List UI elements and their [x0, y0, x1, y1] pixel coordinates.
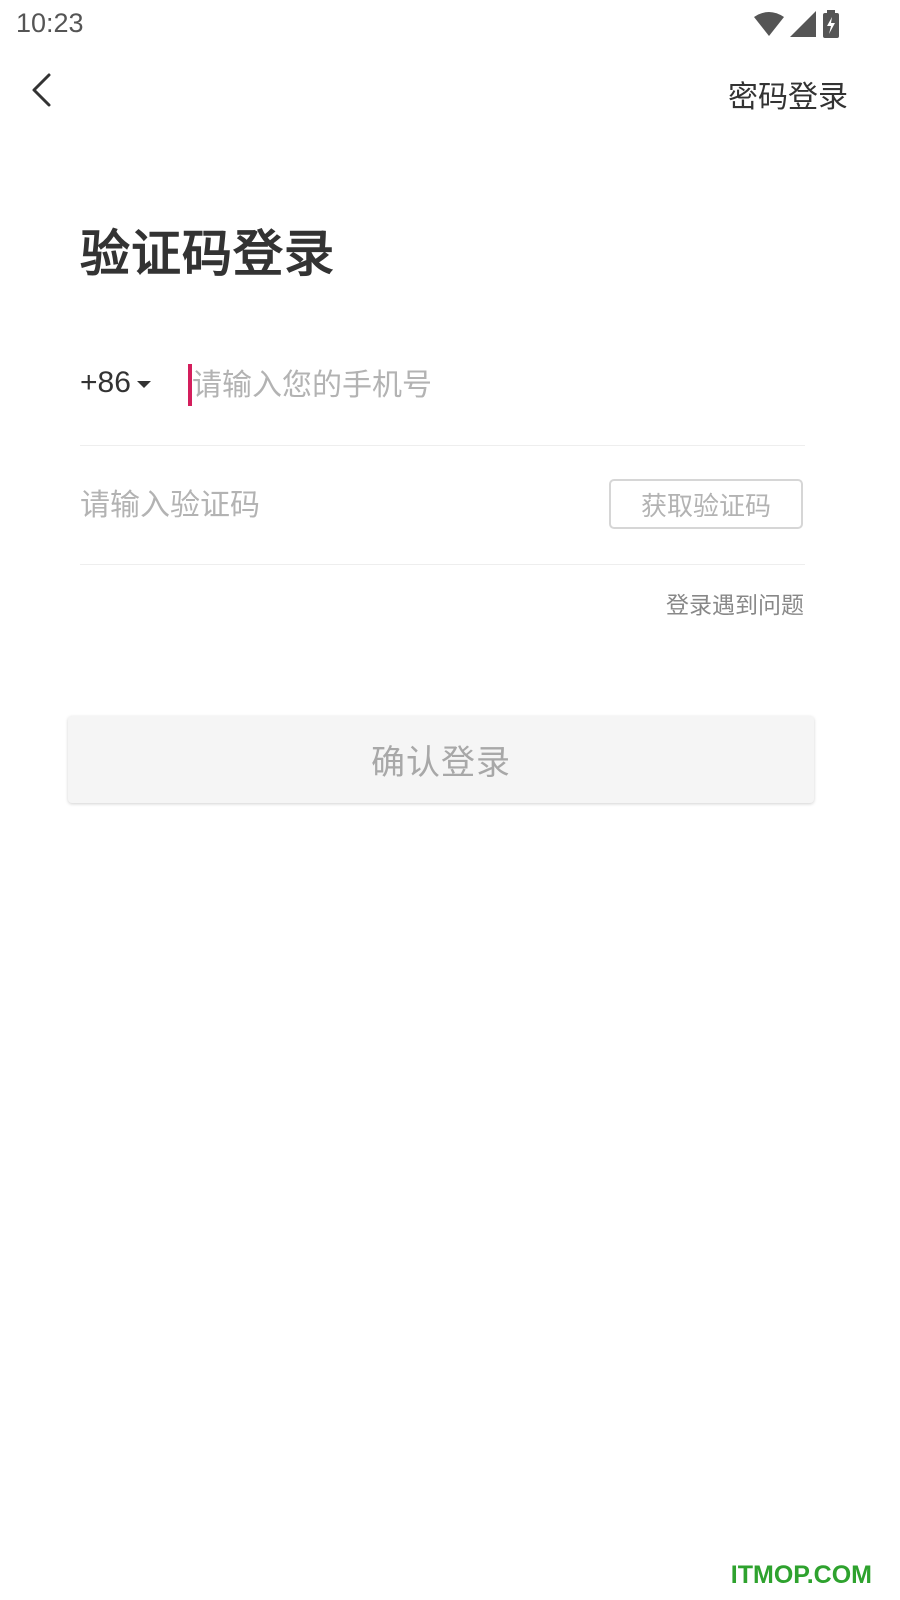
country-code-selector[interactable]: +86 [80, 366, 151, 400]
country-code-label: +86 [80, 366, 131, 399]
status-icons [754, 10, 840, 42]
login-help-link[interactable]: 登录遇到问题 [666, 586, 804, 620]
phone-input[interactable] [192, 364, 772, 406]
battery-charging-icon [822, 10, 840, 42]
verification-code-row: 获取验证码 [80, 448, 805, 565]
status-bar: 10:23 [0, 0, 900, 50]
caret-down-icon [136, 380, 151, 388]
confirm-login-button[interactable]: 确认登录 [68, 716, 814, 803]
back-button[interactable] [20, 70, 64, 114]
page-title: 验证码登录 [80, 225, 335, 283]
phone-input-wrapper [188, 364, 788, 406]
top-bar: 密码登录 [0, 50, 900, 140]
password-login-link[interactable]: 密码登录 [728, 72, 848, 116]
chevron-left-icon [29, 72, 55, 112]
status-time: 10:23 [16, 8, 84, 38]
phone-row: +86 [80, 350, 805, 446]
wifi-icon [754, 11, 784, 41]
signal-icon [790, 11, 816, 41]
watermark: ITMOP.COM [730, 1561, 872, 1589]
get-code-button[interactable]: 获取验证码 [609, 479, 803, 529]
verification-code-input[interactable] [80, 484, 500, 526]
